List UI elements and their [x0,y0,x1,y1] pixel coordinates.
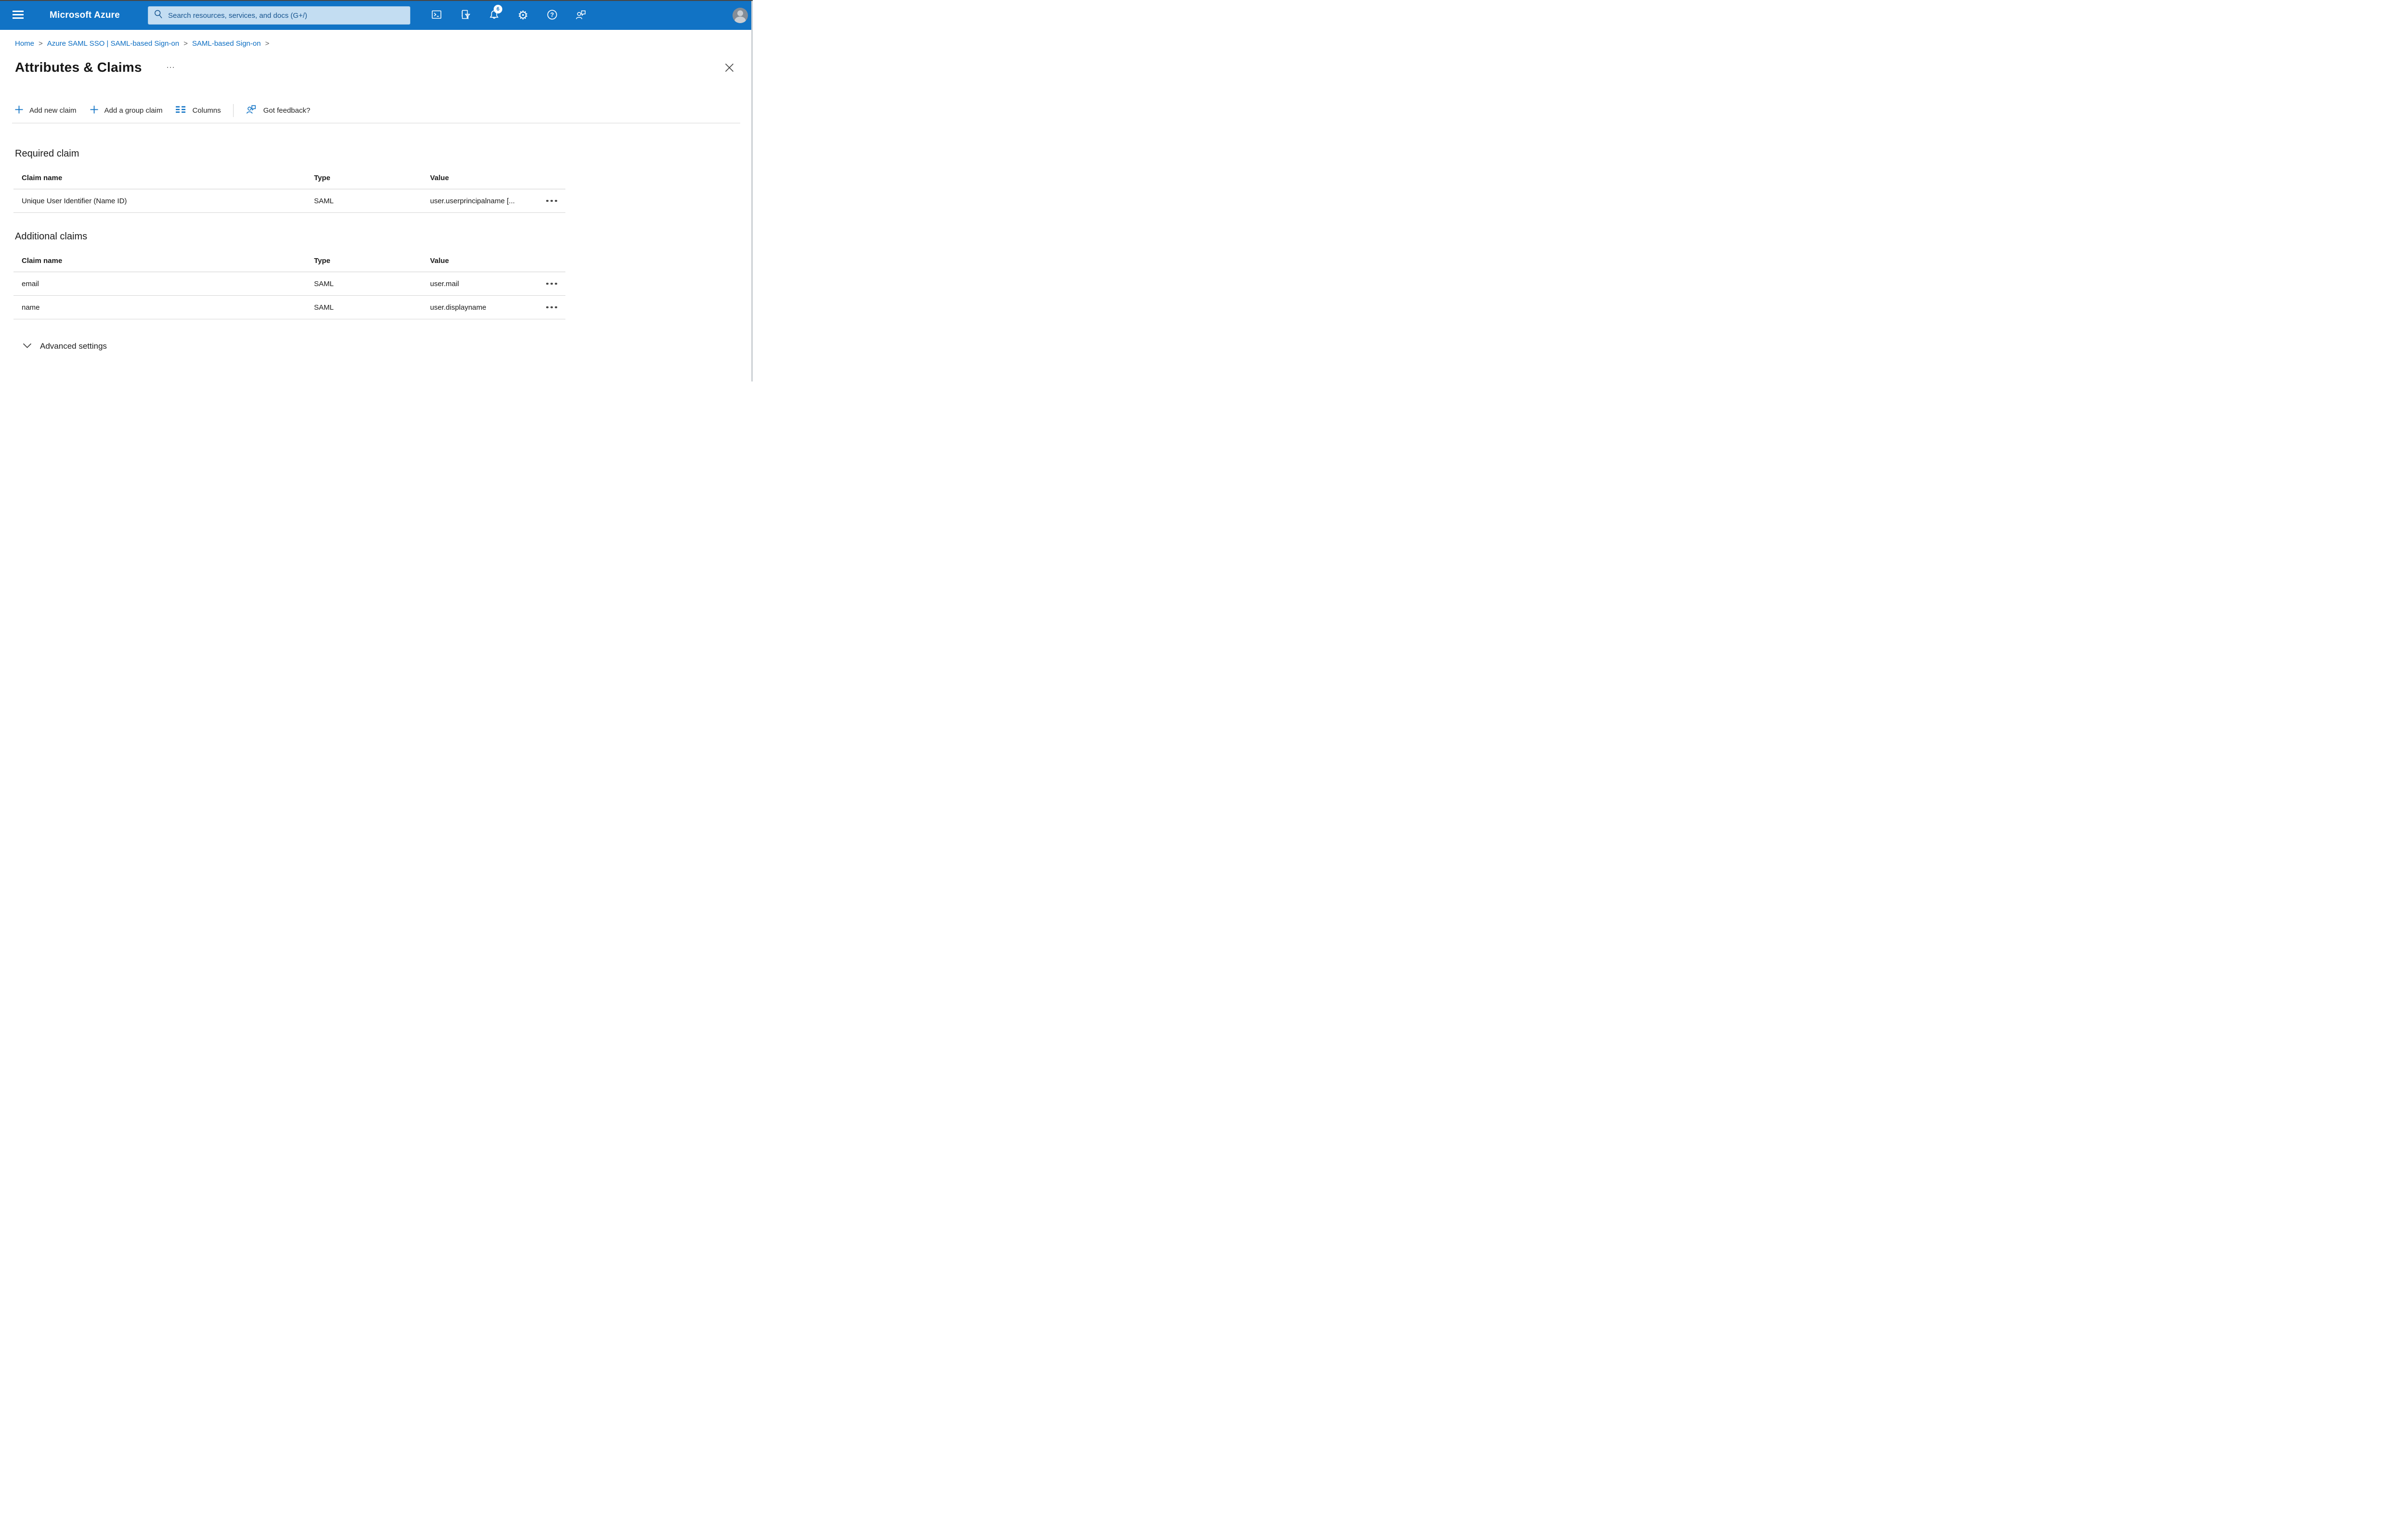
page-context-menu-button[interactable] [165,65,176,70]
claim-name-cell[interactable]: email [22,280,314,288]
settings-button[interactable]: ⚙ [515,1,531,30]
gear-icon: ⚙ [517,8,529,22]
add-new-claim-label: Add new claim [29,106,77,115]
row-context-menu-button[interactable] [546,303,565,312]
columns-button[interactable]: Columns [176,106,221,115]
add-group-claim-label: Add a group claim [104,106,163,115]
feedback-person-icon [245,104,257,118]
breadcrumb-separator: > [183,39,188,48]
table-row[interactable]: email SAML user.mail [13,272,565,296]
feedback-icon [575,9,587,23]
notification-badge: 6 [494,5,502,13]
directory-filter-button[interactable] [458,1,473,30]
plus-icon [15,105,23,116]
claim-type-cell: SAML [314,303,334,312]
help-icon: ? [546,9,558,22]
toolbar-divider [233,104,234,117]
breadcrumb-app-link[interactable]: Azure SAML SSO | SAML-based Sign-on [47,39,179,48]
brand-title[interactable]: Microsoft Azure [50,1,120,30]
ellipsis-icon [546,306,549,309]
row-context-menu-button[interactable] [546,197,565,205]
global-search[interactable] [148,6,410,25]
claim-value-cell: user.displayname [430,303,486,312]
close-blade-button[interactable] [724,63,734,74]
column-header-type: Type [314,174,330,182]
portal-menu-button[interactable] [11,1,25,30]
hamburger-icon [12,11,24,20]
column-header-value: Value [430,257,449,265]
got-feedback-label: Got feedback? [263,106,311,115]
claim-value-cell: user.userprincipalname [... [430,197,515,205]
feedback-button[interactable] [573,1,589,30]
additional-claims-table: Claim name Type Value email SAML user.ma… [13,250,565,319]
page-title: Attributes & Claims [15,60,142,75]
ellipsis-icon [546,199,549,202]
close-icon [725,63,734,74]
column-header-value: Value [430,174,449,182]
got-feedback-button[interactable]: Got feedback? [245,104,311,118]
breadcrumb-sso-link[interactable]: SAML-based Sign-on [192,39,261,48]
claim-value-cell: user.mail [430,279,459,288]
directory-filter-icon [459,9,471,22]
account-avatar[interactable] [733,8,748,23]
plus-icon [90,105,98,116]
search-input[interactable] [167,11,404,20]
column-header-claim-name: Claim name [22,174,63,182]
cloud-shell-button[interactable] [429,1,444,30]
chevron-down-icon [23,341,32,351]
advanced-settings-label: Advanced settings [40,341,107,351]
table-header-row: Claim name Type Value [13,250,565,272]
claim-name-cell[interactable]: Unique User Identifier (Name ID) [22,197,314,205]
row-context-menu-button[interactable] [546,280,565,288]
cloud-shell-icon [431,9,443,22]
ellipsis-icon [546,282,549,285]
breadcrumb-home-link[interactable]: Home [15,39,34,48]
table-header-row: Claim name Type Value [13,167,565,189]
command-bar: Add new claim Add a group claim Columns … [15,104,753,117]
notifications-button[interactable]: 6 [486,1,502,30]
avatar-icon [733,10,748,23]
table-row[interactable]: name SAML user.displayname [13,296,565,319]
scrollbar[interactable] [751,1,753,381]
add-group-claim-button[interactable]: Add a group claim [90,105,163,116]
claim-type-cell: SAML [314,197,334,205]
search-icon [154,10,163,21]
columns-icon [176,106,186,115]
add-new-claim-button[interactable]: Add new claim [15,105,77,116]
breadcrumb-separator: > [265,39,270,48]
ellipsis-icon [167,66,169,68]
breadcrumb-separator: > [39,39,43,48]
claim-type-cell: SAML [314,279,334,288]
table-row[interactable]: Unique User Identifier (Name ID) SAML us… [13,189,565,213]
columns-label: Columns [192,106,221,115]
topbar-icon-group: 6 ⚙ ? [429,1,589,30]
required-claim-table: Claim name Type Value Unique User Identi… [13,167,565,213]
breadcrumb: Home > Azure SAML SSO | SAML-based Sign-on… [15,39,753,48]
svg-text:?: ? [550,12,554,18]
help-button[interactable]: ? [544,1,560,30]
page-header: Attributes & Claims [15,59,753,76]
column-header-claim-name: Claim name [22,257,63,265]
additional-claims-heading: Additional claims [15,231,88,242]
advanced-settings-expander[interactable]: Advanced settings [23,341,107,351]
required-claim-heading: Required claim [15,148,79,159]
column-header-type: Type [314,257,330,265]
top-nav-bar: Microsoft Azure 6 ⚙ ? [0,1,753,30]
claim-name-cell[interactable]: name [22,303,314,312]
